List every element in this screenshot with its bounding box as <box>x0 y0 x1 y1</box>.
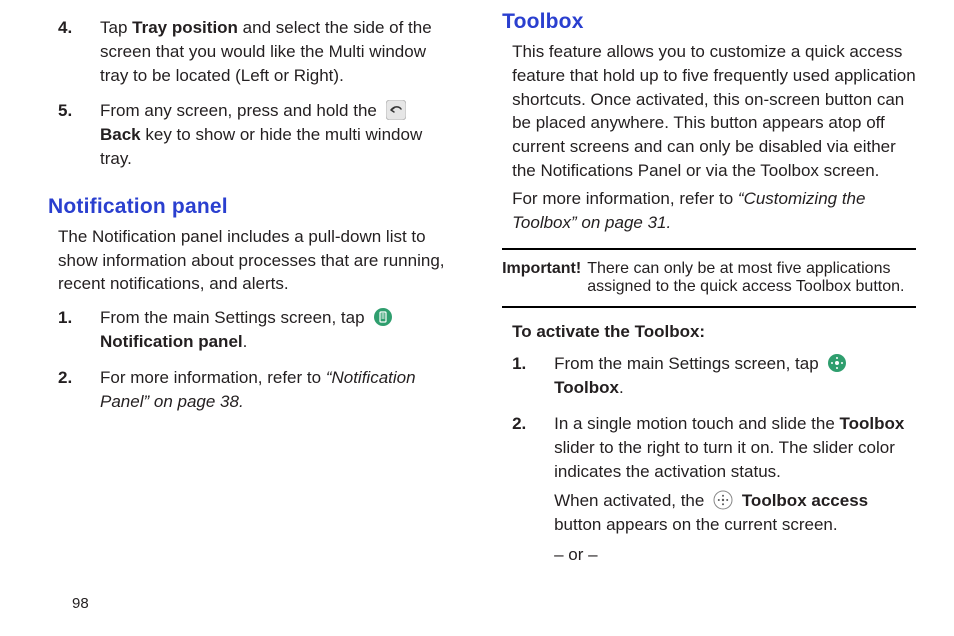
important-note: Important! There can only be at most fiv… <box>502 248 916 308</box>
manual-page: 4. Tap Tray position and select the side… <box>0 0 954 636</box>
text-fragment: . <box>619 378 624 397</box>
toolbox-intro-1: This feature allows you to customize a q… <box>512 40 916 183</box>
step-text: From the main Settings screen, tap Toolb… <box>554 354 851 397</box>
notification-panel-intro: The Notification panel includes a pull-d… <box>58 225 450 296</box>
toolbox-icon <box>827 353 847 373</box>
bold-fragment: Tray position <box>132 18 238 37</box>
text-fragment: In a single motion touch and slide the <box>554 414 839 433</box>
page-number: 98 <box>72 595 89 612</box>
toolbox-steps: 1. From the main Settings screen, tap To… <box>512 346 916 572</box>
step-text: Tap Tray position and select the side of… <box>100 18 432 85</box>
text-fragment: From the main Settings screen, tap <box>554 354 823 373</box>
step-text: In a single motion touch and slide the T… <box>554 414 916 567</box>
text-fragment: slider to the right to turn it on. The s… <box>554 438 895 481</box>
text-fragment: For more information, refer to <box>512 189 738 208</box>
text-fragment: From the main Settings screen, tap <box>100 308 369 327</box>
notification-panel-heading: Notification panel <box>48 195 450 219</box>
activate-toolbox-heading: To activate the Toolbox: <box>512 322 916 342</box>
bold-fragment: Back <box>100 125 141 144</box>
multiwindow-steps: 4. Tap Tray position and select the side… <box>58 10 450 177</box>
step-number: 2. <box>512 412 526 436</box>
left-column: 4. Tap Tray position and select the side… <box>48 10 450 573</box>
step-or: – or – <box>554 543 916 567</box>
right-column: Toolbox This feature allows you to custo… <box>502 10 916 573</box>
step-4: 4. Tap Tray position and select the side… <box>58 10 450 93</box>
notification-panel-icon <box>373 307 393 327</box>
step-number: 2. <box>58 366 72 390</box>
bold-fragment: Notification panel <box>100 332 243 351</box>
text-fragment: button appears on the current screen. <box>554 515 838 534</box>
step-1: 1. From the main Settings screen, tap To… <box>512 346 916 406</box>
step-1: 1. From the main Settings screen, tap No… <box>58 300 450 360</box>
step-5: 5. From any screen, press and hold the B… <box>58 93 450 176</box>
toolbox-heading: Toolbox <box>502 10 916 34</box>
step-text: From the main Settings screen, tap Notif… <box>100 308 397 351</box>
text-fragment: . <box>243 332 248 351</box>
important-label: Important! <box>502 260 587 296</box>
text-fragment: Tap <box>100 18 132 37</box>
step-2: 2. For more information, refer to “Notif… <box>58 360 450 420</box>
step-number: 1. <box>512 352 526 376</box>
text-fragment: When activated, the <box>554 491 709 510</box>
step-number: 1. <box>58 306 72 330</box>
step-number: 5. <box>58 99 72 123</box>
step-text: For more information, refer to “Notifica… <box>100 368 416 411</box>
bold-fragment: Toolbox <box>554 378 619 397</box>
back-icon <box>386 100 406 120</box>
step-2: 2. In a single motion touch and slide th… <box>512 406 916 573</box>
text-fragment: For more information, refer to <box>100 368 326 387</box>
columns: 4. Tap Tray position and select the side… <box>48 10 916 573</box>
step-number: 4. <box>58 16 72 40</box>
bold-fragment: Toolbox <box>840 414 905 433</box>
step-subtext: When activated, the Toolbox access butto… <box>554 489 916 537</box>
step-text: From any screen, press and hold the Back… <box>100 101 422 168</box>
important-text: There can only be at most five applicati… <box>587 260 916 296</box>
text-fragment: key to show or hide the multi window tra… <box>100 125 422 168</box>
text-fragment: From any screen, press and hold the <box>100 101 382 120</box>
bold-fragment: Toolbox access <box>742 491 868 510</box>
notification-panel-steps: 1. From the main Settings screen, tap No… <box>58 300 450 419</box>
toolbox-intro-2: For more information, refer to “Customiz… <box>512 187 916 235</box>
toolbox-access-icon <box>713 490 733 510</box>
